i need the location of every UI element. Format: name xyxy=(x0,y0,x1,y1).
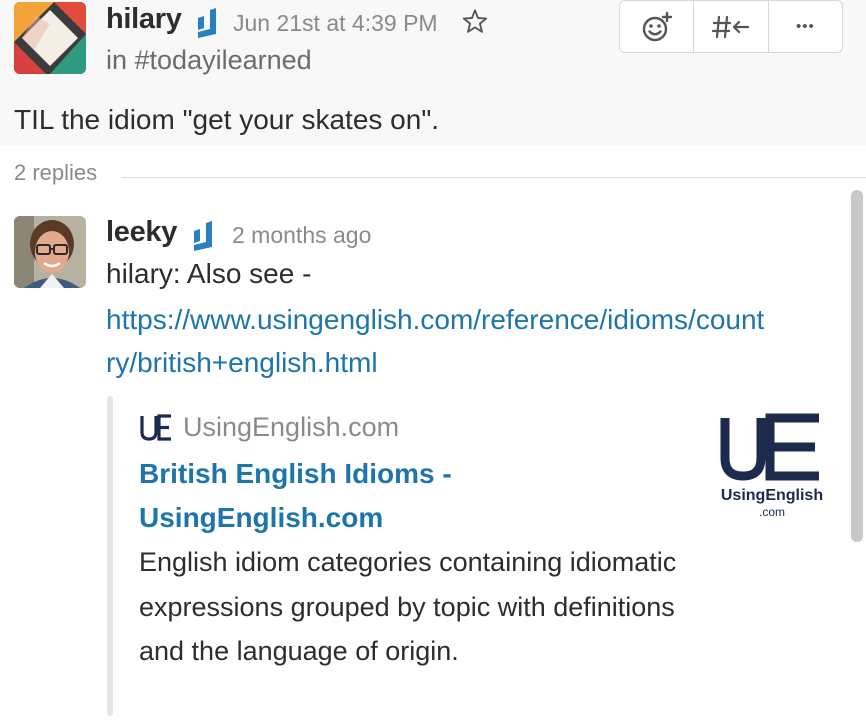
message-timestamp[interactable]: Jun 21st at 4:39 PM xyxy=(233,10,438,37)
usingenglish-logo-icon: UsingEnglish .com xyxy=(720,413,823,519)
avatar-hilary[interactable] xyxy=(14,2,86,74)
verified-badge-icon xyxy=(194,221,212,251)
share-channel-icon xyxy=(711,15,750,38)
message-actions: ••• xyxy=(619,0,843,53)
parent-message: hilary Jun 21st at 4:39 PM in #todayilea… xyxy=(0,0,866,145)
unfurl-site-name: UsingEnglish.com xyxy=(183,412,400,442)
unfurl-title-line-2[interactable]: UsingEnglish.com xyxy=(139,496,559,540)
reply-author-name[interactable]: leeky xyxy=(106,216,177,249)
more-icon: ••• xyxy=(795,18,815,35)
unfurl-title-line-1[interactable]: British English Idioms - xyxy=(139,452,559,496)
unfurl-accent-bar xyxy=(107,396,113,716)
reply-link-line-2[interactable]: ry/british+english.html xyxy=(106,341,836,384)
channel-link[interactable]: in #todayilearned xyxy=(106,45,312,76)
reply-link-line-1[interactable]: https://www.usingenglish.com/reference/i… xyxy=(106,298,836,341)
replies-divider xyxy=(121,177,866,178)
more-actions-button[interactable]: ••• xyxy=(769,1,842,52)
message-text: TIL the idiom "get your skates on". xyxy=(14,104,440,135)
unfurl-title[interactable]: British English Idioms - UsingEnglish.co… xyxy=(139,452,559,540)
reply-text: hilary: Also see - xyxy=(106,258,312,289)
thumb-sub: .com xyxy=(759,505,785,519)
thumb-name: UsingEnglish xyxy=(721,487,823,504)
unfurl-thumbnail[interactable]: UsingEnglish .com xyxy=(715,412,830,522)
reply-timestamp[interactable]: 2 months ago xyxy=(232,222,371,249)
unfurl-description: English idiom categories containing idio… xyxy=(139,547,677,666)
emoji-add-icon xyxy=(642,11,672,41)
site-favicon-icon xyxy=(140,414,171,441)
scrollbar[interactable] xyxy=(851,190,863,542)
replies-count: 2 replies xyxy=(14,160,98,185)
verified-badge-icon xyxy=(198,8,216,38)
share-message-button[interactable] xyxy=(694,1,769,52)
star-icon[interactable] xyxy=(461,8,489,36)
add-reaction-button[interactable] xyxy=(620,1,695,52)
author-name[interactable]: hilary xyxy=(106,3,182,36)
avatar-leeky[interactable] xyxy=(14,216,86,288)
